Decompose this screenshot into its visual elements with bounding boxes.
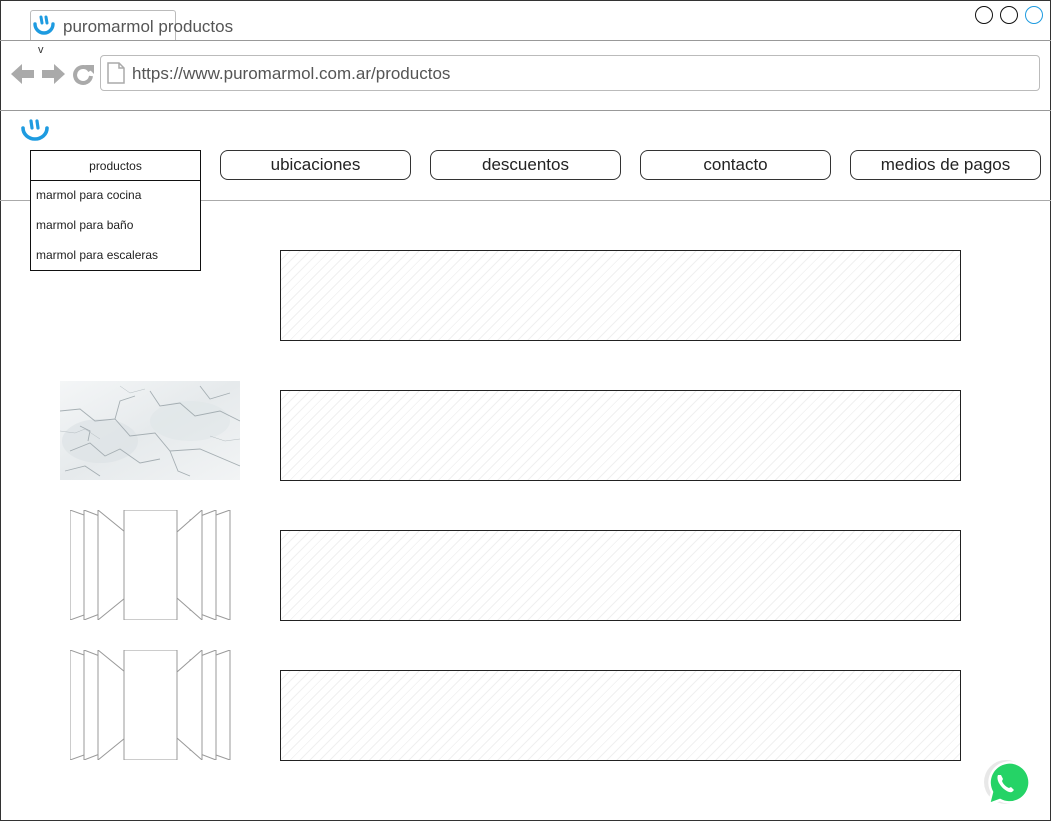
nav-button-contacto[interactable]: contacto bbox=[640, 150, 831, 180]
maximize-button[interactable] bbox=[1000, 6, 1018, 24]
dropdown-item-bano[interactable]: marmol para baño bbox=[36, 218, 133, 232]
browser-tab[interactable]: puromarmol productos bbox=[30, 10, 233, 41]
tab-bar-divider bbox=[0, 40, 1051, 41]
reload-icon[interactable] bbox=[71, 62, 95, 91]
content-placeholder bbox=[280, 530, 961, 621]
page-icon bbox=[107, 62, 125, 89]
productos-dropdown[interactable]: productos marmol para cocina marmol para… bbox=[30, 150, 201, 271]
dropdown-header[interactable]: productos bbox=[31, 151, 200, 181]
content-placeholder bbox=[280, 250, 961, 341]
whatsapp-icon[interactable] bbox=[980, 760, 1032, 813]
smiley-logo-icon[interactable] bbox=[20, 118, 50, 149]
tab-marker: v bbox=[38, 44, 44, 56]
tab-title: puromarmol productos bbox=[63, 17, 234, 36]
arrow-right-icon[interactable] bbox=[40, 62, 66, 91]
content-placeholder bbox=[280, 670, 961, 761]
image-gallery-icon bbox=[69, 648, 232, 762]
nav-button-ubicaciones[interactable]: ubicaciones bbox=[220, 150, 411, 180]
marble-image bbox=[60, 381, 240, 480]
arrow-left-icon[interactable] bbox=[10, 62, 36, 91]
image-gallery-icon bbox=[69, 508, 232, 622]
dropdown-item-escaleras[interactable]: marmol para escaleras bbox=[36, 248, 158, 262]
dropdown-item-cocina[interactable]: marmol para cocina bbox=[36, 188, 141, 202]
url-text: https://www.puromarmol.com.ar/productos bbox=[132, 64, 451, 83]
toolbar-divider bbox=[0, 110, 1051, 111]
nav-button-descuentos[interactable]: descuentos bbox=[430, 150, 621, 180]
nav-button-medios-de-pagos[interactable]: medios de pagos bbox=[850, 150, 1041, 180]
minimize-button[interactable] bbox=[975, 6, 993, 24]
address-bar[interactable]: https://www.puromarmol.com.ar/productos bbox=[100, 55, 1040, 91]
content-placeholder bbox=[280, 390, 961, 481]
close-button[interactable] bbox=[1025, 6, 1043, 24]
